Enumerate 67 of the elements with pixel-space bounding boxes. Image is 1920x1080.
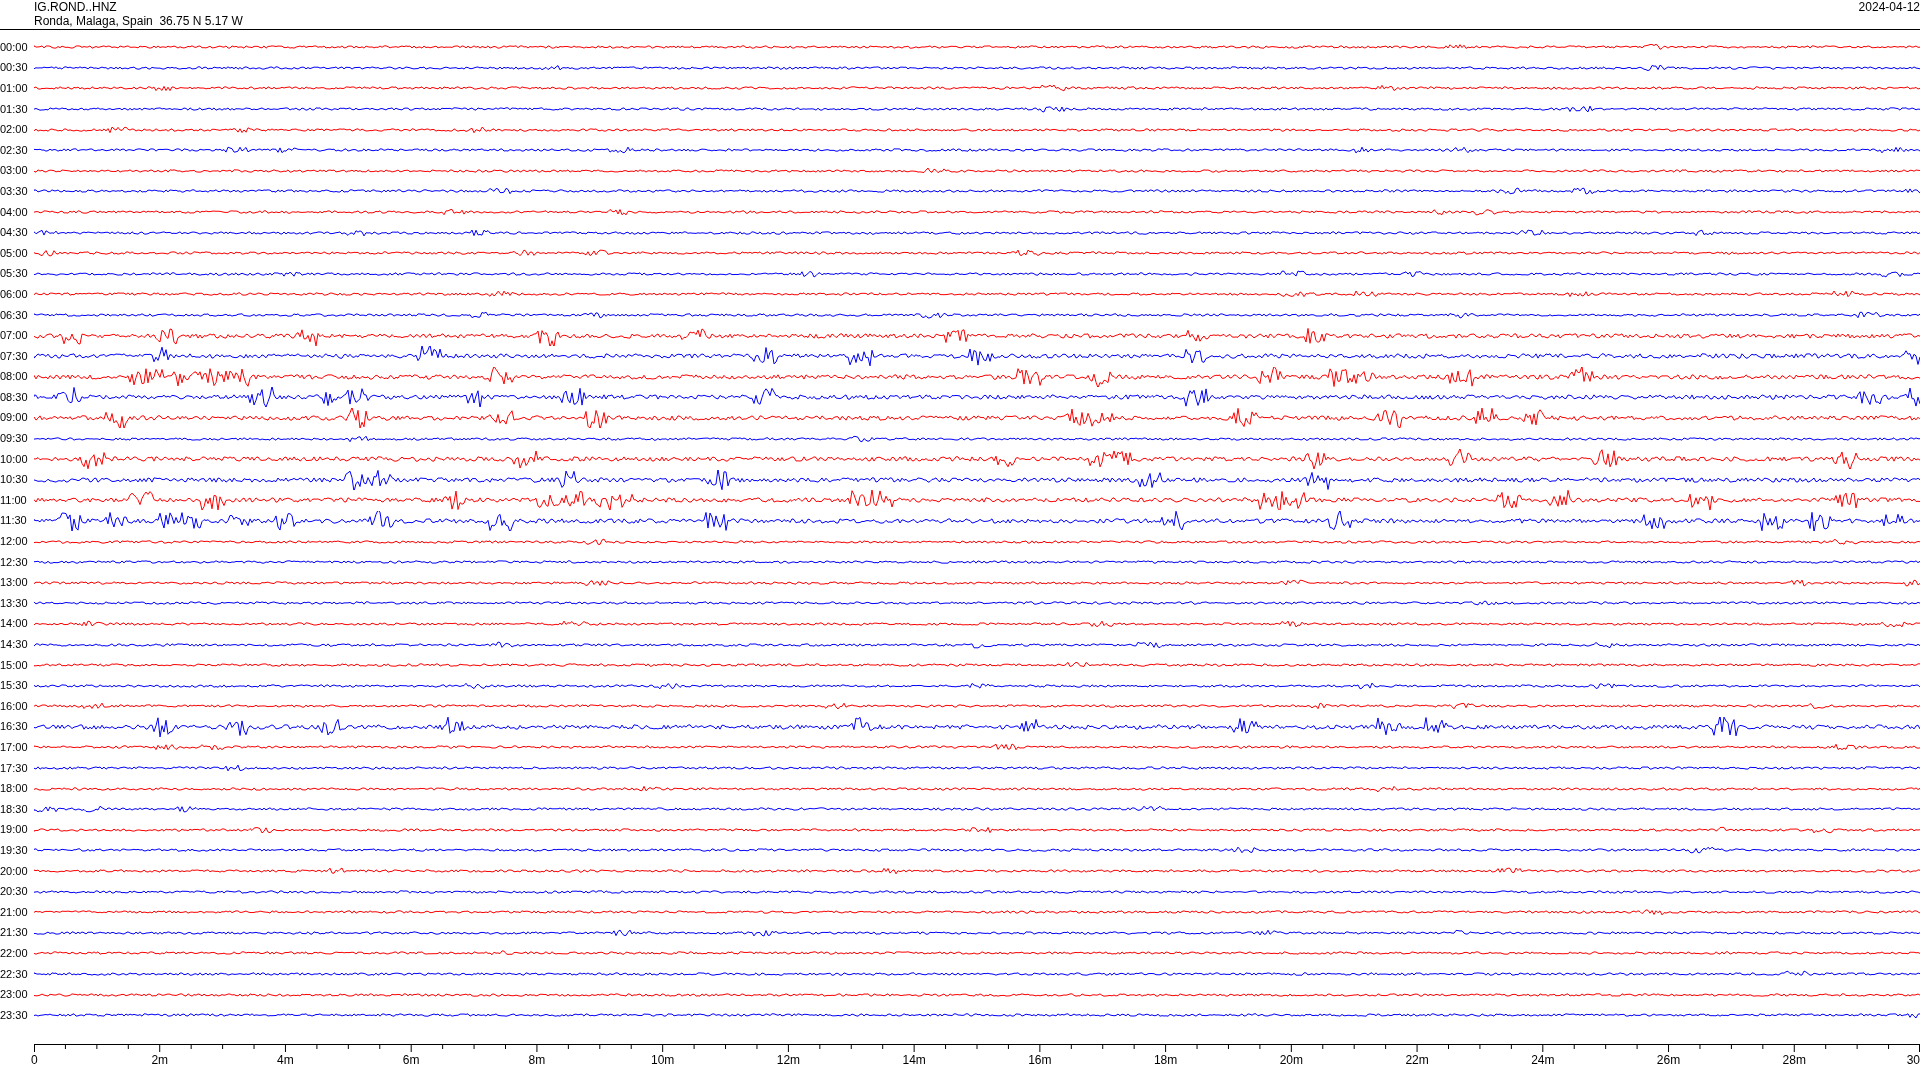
time-label: 06:30 xyxy=(0,308,29,322)
time-label: 04:30 xyxy=(0,226,29,240)
axis-label: 26m xyxy=(1656,1052,1681,1067)
time-label: 23:00 xyxy=(0,988,29,1002)
time-label: 02:00 xyxy=(0,123,29,137)
time-label: 10:00 xyxy=(0,452,29,466)
time-label: 22:00 xyxy=(0,946,29,960)
time-label: 16:30 xyxy=(0,720,29,734)
axis-label: 4m xyxy=(277,1052,294,1067)
time-label: 21:00 xyxy=(0,905,29,919)
date-label: 2024-04-12 xyxy=(1858,0,1920,14)
time-label: 07:00 xyxy=(0,329,29,343)
station-code: IG.ROND..HNZ xyxy=(34,0,118,14)
time-label: 11:00 xyxy=(0,493,28,507)
time-label: 13:30 xyxy=(0,596,29,610)
time-label: 20:00 xyxy=(0,864,29,878)
time-label: 17:30 xyxy=(0,761,29,775)
axis-label: 18m xyxy=(1153,1052,1178,1067)
time-label: 00:30 xyxy=(0,61,29,75)
time-label: 00:00 xyxy=(0,40,29,54)
axis-label: 22m xyxy=(1405,1052,1429,1067)
time-label: 23:30 xyxy=(0,1008,29,1022)
time-label: 21:30 xyxy=(0,926,29,940)
time-label: 15:30 xyxy=(0,679,29,693)
time-label: 07:30 xyxy=(0,349,29,363)
time-label: 11:30 xyxy=(0,514,28,528)
time-label: 16:00 xyxy=(0,699,29,713)
time-label: 01:30 xyxy=(0,102,29,116)
time-label: 05:30 xyxy=(0,267,29,281)
time-label: 02:30 xyxy=(0,143,29,157)
axis-label: 24m xyxy=(1531,1052,1555,1067)
time-label: 18:00 xyxy=(0,782,29,796)
axis-label: 8m xyxy=(528,1052,546,1067)
axis-label: 12m xyxy=(776,1052,801,1067)
axis-label: 6m xyxy=(402,1052,420,1067)
time-label: 13:00 xyxy=(0,576,29,590)
time-label: 20:30 xyxy=(0,885,29,899)
time-label: 12:30 xyxy=(0,555,29,569)
time-label: 05:00 xyxy=(0,246,29,260)
station-location: Ronda, Malaga, Spain 36.75 N 5.17 W xyxy=(34,14,243,28)
axis-label: 2m xyxy=(151,1052,169,1067)
axis-label: 28m xyxy=(1782,1052,1806,1067)
time-label: 06:00 xyxy=(0,287,29,301)
time-label: 09:00 xyxy=(0,411,29,425)
time-label: 14:00 xyxy=(0,617,29,631)
time-label: 01:00 xyxy=(0,82,29,95)
time-label: 17:00 xyxy=(0,741,29,754)
time-label: 14:30 xyxy=(0,638,29,651)
axis-label: 0 xyxy=(31,1052,38,1067)
time-label: 22:30 xyxy=(0,967,29,981)
axis-label: 16m xyxy=(1028,1052,1052,1067)
time-label: 12:00 xyxy=(0,535,29,549)
axis-label: 30 xyxy=(1906,1052,1920,1067)
time-label: 15:00 xyxy=(0,658,29,672)
time-label: 18:30 xyxy=(0,802,29,816)
time-label: 09:30 xyxy=(0,432,29,446)
axis-label: 20m xyxy=(1279,1052,1303,1067)
time-label: 19:30 xyxy=(0,843,29,857)
time-label: 10:30 xyxy=(0,473,29,487)
axis-label: 14m xyxy=(902,1052,926,1067)
axis-label: 10m xyxy=(651,1052,675,1067)
time-label: 08:30 xyxy=(0,390,29,404)
time-label: 03:00 xyxy=(0,164,29,178)
time-label: 04:00 xyxy=(0,205,29,219)
time-label: 08:00 xyxy=(0,370,29,384)
time-label: 19:00 xyxy=(0,823,29,837)
time-label: 03:30 xyxy=(0,184,29,198)
